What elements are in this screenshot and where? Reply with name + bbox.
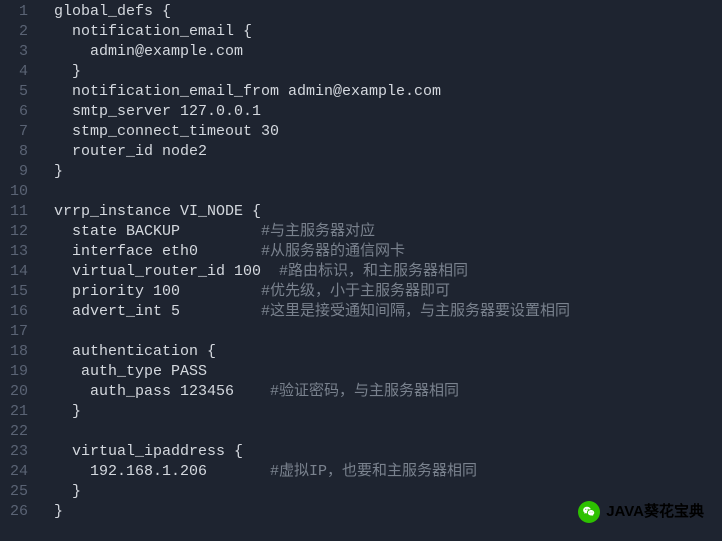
code-text: smtp_server 127.0.0.1 <box>54 103 261 120</box>
code-text: notification_email_from admin@example.co… <box>54 83 441 100</box>
code-text: admin@example.com <box>54 43 243 60</box>
line-number: 26 <box>4 502 28 522</box>
code-line[interactable]: stmp_connect_timeout 30 <box>54 122 722 142</box>
code-text: global_defs { <box>54 3 171 20</box>
line-number: 11 <box>4 202 28 222</box>
code-comment: #路由标识，和主服务器相同 <box>279 263 468 280</box>
code-text: 192.168.1.206 <box>54 463 270 480</box>
line-number-gutter: 1234567891011121314151617181920212223242… <box>0 0 36 541</box>
code-line[interactable]: advert_int 5 #这里是接受通知间隔，与主服务器要设置相同 <box>54 302 722 322</box>
wechat-icon <box>578 501 600 523</box>
code-line[interactable]: interface eth0 #从服务器的通信网卡 <box>54 242 722 262</box>
line-number: 9 <box>4 162 28 182</box>
line-number: 1 <box>4 2 28 22</box>
line-number: 16 <box>4 302 28 322</box>
code-comment: #虚拟IP，也要和主服务器相同 <box>270 463 477 480</box>
code-text: } <box>54 483 81 500</box>
code-comment: #验证密码，与主服务器相同 <box>270 383 459 400</box>
code-text: priority 100 <box>54 283 261 300</box>
code-line[interactable]: router_id node2 <box>54 142 722 162</box>
code-text: advert_int 5 <box>54 303 261 320</box>
line-number: 24 <box>4 462 28 482</box>
code-line[interactable] <box>54 322 722 342</box>
code-line[interactable]: smtp_server 127.0.0.1 <box>54 102 722 122</box>
code-comment: #优先级，小于主服务器即可 <box>261 283 450 300</box>
code-editor[interactable]: 1234567891011121314151617181920212223242… <box>0 0 722 541</box>
code-line[interactable]: auth_pass 123456 #验证密码，与主服务器相同 <box>54 382 722 402</box>
line-number: 23 <box>4 442 28 462</box>
code-line[interactable]: } <box>54 402 722 422</box>
code-text: auth_type PASS <box>54 363 207 380</box>
watermark: JAVA葵花宝典 <box>578 501 704 523</box>
code-text: vrrp_instance VI_NODE { <box>54 203 261 220</box>
code-text: auth_pass 123456 <box>54 383 270 400</box>
line-number: 18 <box>4 342 28 362</box>
code-line[interactable]: global_defs { <box>54 2 722 22</box>
code-text: notification_email { <box>54 23 252 40</box>
code-line[interactable]: auth_type PASS <box>54 362 722 382</box>
code-line[interactable] <box>54 182 722 202</box>
line-number: 4 <box>4 62 28 82</box>
line-number: 7 <box>4 122 28 142</box>
line-number: 20 <box>4 382 28 402</box>
line-number: 10 <box>4 182 28 202</box>
line-number: 21 <box>4 402 28 422</box>
code-text: } <box>54 63 81 80</box>
code-comment: #这里是接受通知间隔，与主服务器要设置相同 <box>261 303 570 320</box>
code-line[interactable]: } <box>54 62 722 82</box>
code-text: interface eth0 <box>54 243 261 260</box>
code-line[interactable] <box>54 422 722 442</box>
code-line[interactable]: priority 100 #优先级，小于主服务器即可 <box>54 282 722 302</box>
line-number: 12 <box>4 222 28 242</box>
code-line[interactable]: } <box>54 162 722 182</box>
line-number: 25 <box>4 482 28 502</box>
code-line[interactable]: notification_email_from admin@example.co… <box>54 82 722 102</box>
line-number: 6 <box>4 102 28 122</box>
code-text: } <box>54 503 63 520</box>
code-text: authentication { <box>54 343 216 360</box>
code-line[interactable]: notification_email { <box>54 22 722 42</box>
code-line[interactable]: } <box>54 482 722 502</box>
line-number: 3 <box>4 42 28 62</box>
code-comment: #与主服务器对应 <box>261 223 375 240</box>
line-number: 13 <box>4 242 28 262</box>
code-text: virtual_router_id 100 <box>54 263 279 280</box>
code-text: } <box>54 163 63 180</box>
watermark-text: JAVA葵花宝典 <box>606 502 704 522</box>
code-text: stmp_connect_timeout 30 <box>54 123 279 140</box>
code-line[interactable]: state BACKUP #与主服务器对应 <box>54 222 722 242</box>
code-line[interactable]: admin@example.com <box>54 42 722 62</box>
code-line[interactable]: virtual_router_id 100 #路由标识，和主服务器相同 <box>54 262 722 282</box>
line-number: 17 <box>4 322 28 342</box>
code-line[interactable]: vrrp_instance VI_NODE { <box>54 202 722 222</box>
line-number: 8 <box>4 142 28 162</box>
code-line[interactable]: 192.168.1.206 #虚拟IP，也要和主服务器相同 <box>54 462 722 482</box>
code-text: router_id node2 <box>54 143 207 160</box>
code-text: state BACKUP <box>54 223 261 240</box>
line-number: 22 <box>4 422 28 442</box>
line-number: 5 <box>4 82 28 102</box>
code-comment: #从服务器的通信网卡 <box>261 243 405 260</box>
code-area[interactable]: global_defs { notification_email { admin… <box>36 0 722 541</box>
code-line[interactable]: virtual_ipaddress { <box>54 442 722 462</box>
code-text: virtual_ipaddress { <box>54 443 243 460</box>
code-line[interactable]: authentication { <box>54 342 722 362</box>
line-number: 2 <box>4 22 28 42</box>
line-number: 14 <box>4 262 28 282</box>
line-number: 19 <box>4 362 28 382</box>
line-number: 15 <box>4 282 28 302</box>
code-text: } <box>54 403 81 420</box>
